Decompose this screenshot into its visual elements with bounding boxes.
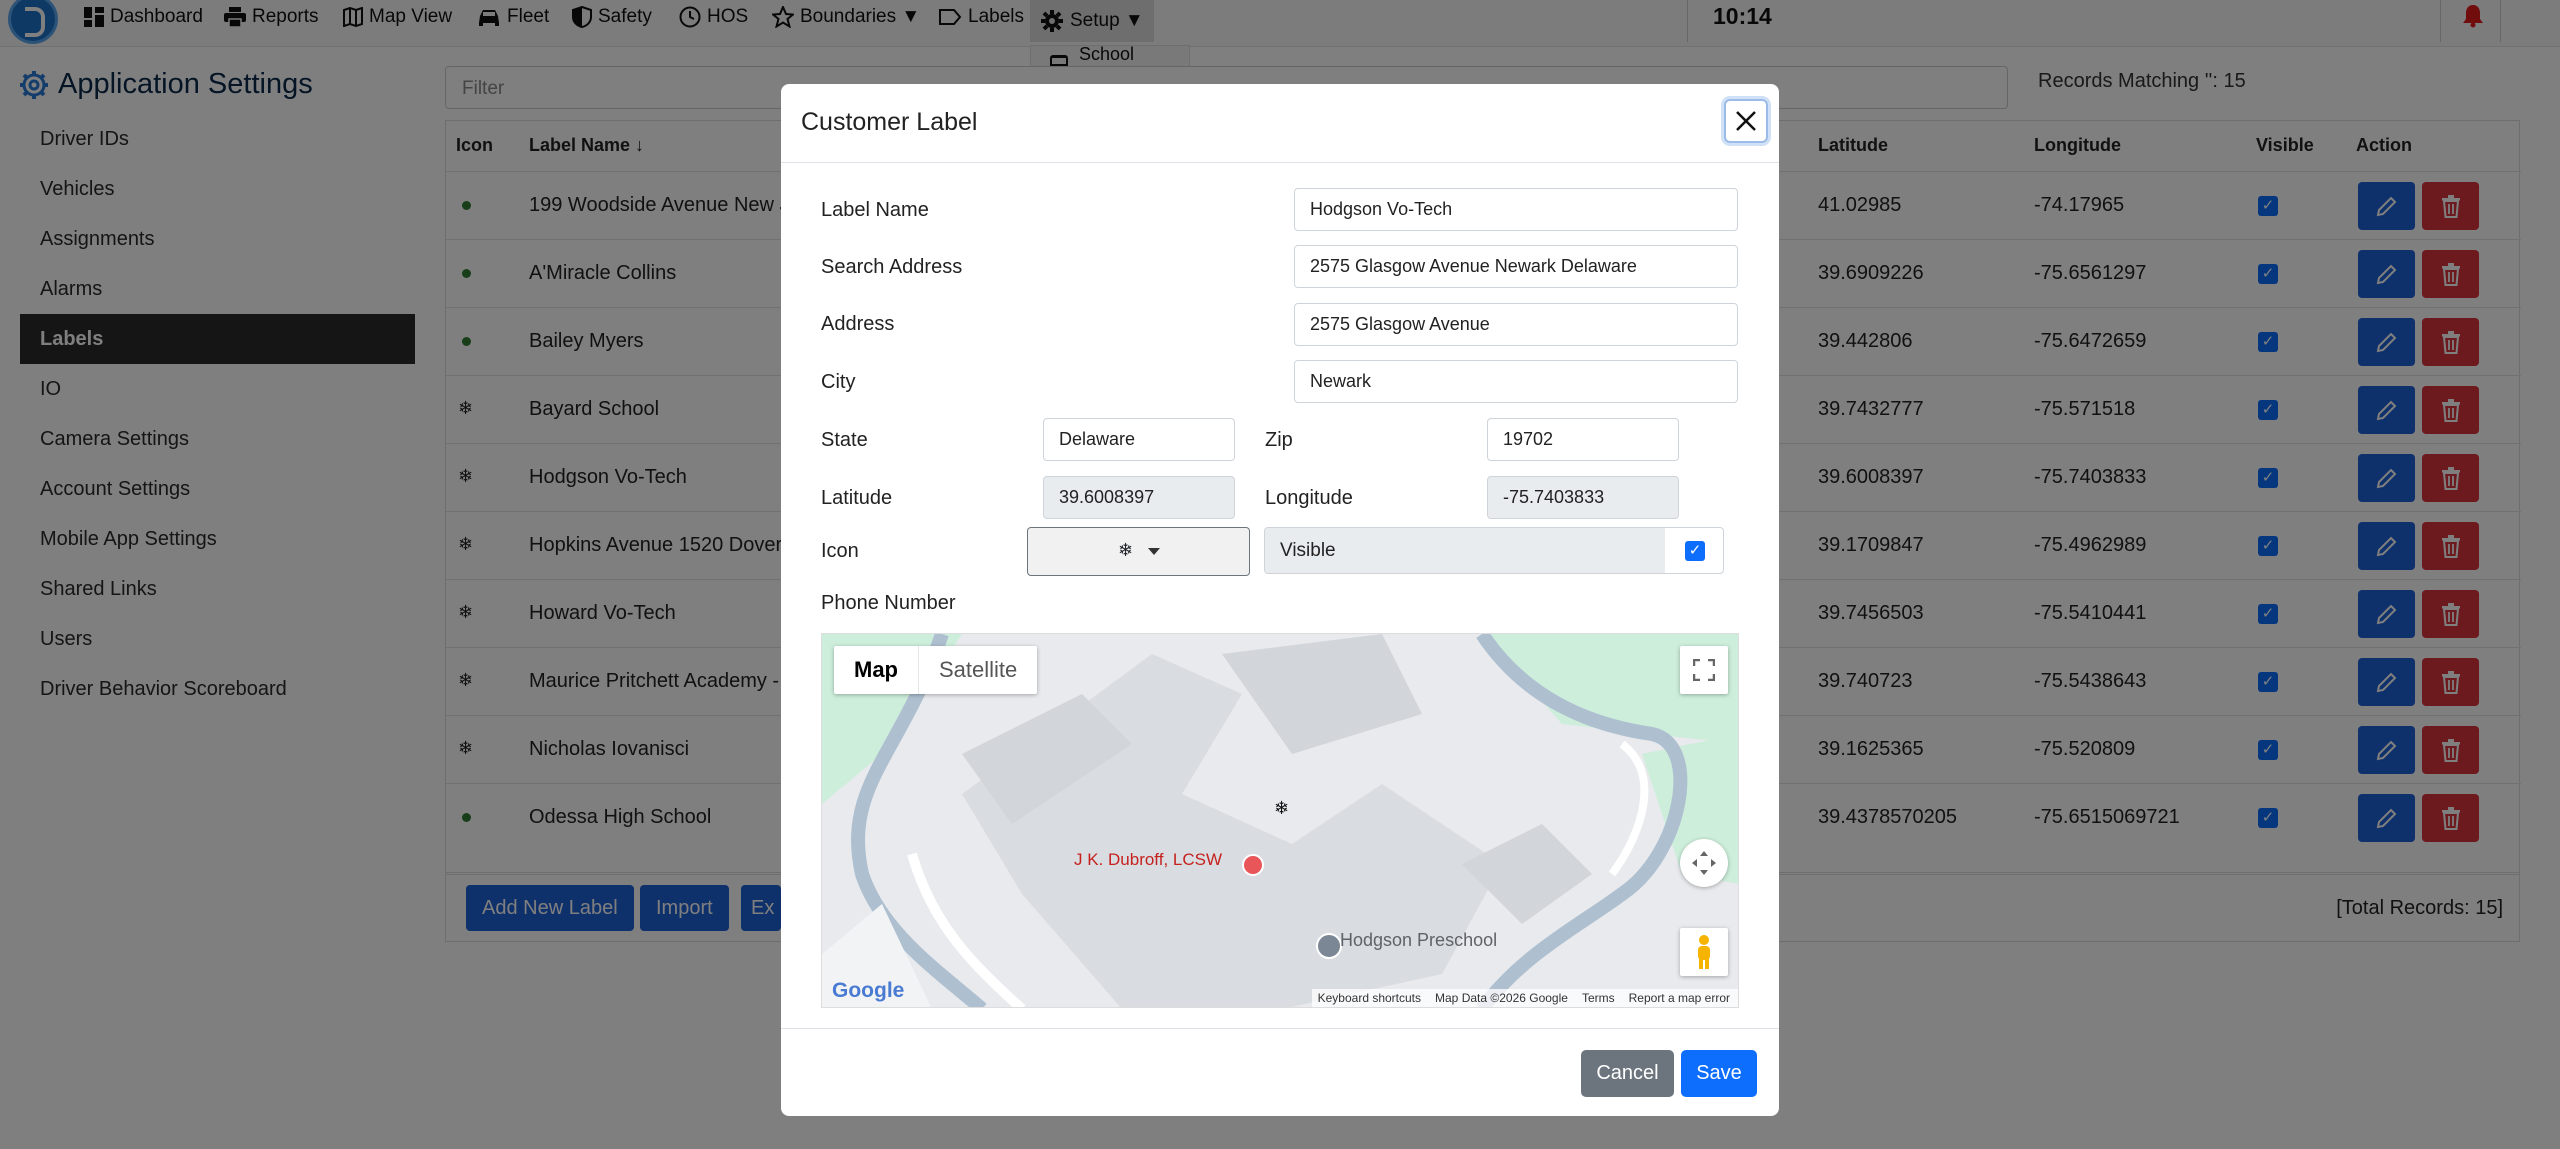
fullscreen-icon (1693, 659, 1715, 681)
move-icon (1692, 851, 1716, 875)
icon-select[interactable]: ❄ (1027, 527, 1250, 576)
pan-control[interactable] (1680, 839, 1728, 887)
label-name-input[interactable]: Hodgson Vo-Tech (1294, 188, 1738, 231)
address-input[interactable]: 2575 Glasgow Avenue (1294, 303, 1738, 346)
street-view-pegman[interactable] (1680, 928, 1728, 976)
close-button[interactable] (1724, 99, 1768, 143)
keyboard-shortcuts-link[interactable]: Keyboard shortcuts (1318, 991, 1421, 1005)
save-button[interactable]: Save (1681, 1050, 1757, 1097)
longitude-input[interactable]: -75.7403833 (1487, 476, 1679, 519)
state-label: State (821, 429, 868, 451)
city-label: City (821, 371, 856, 393)
chevron-down-icon (1148, 548, 1160, 555)
label-name-label: Label Name (821, 199, 929, 221)
visible-checkbox[interactable]: ✓ (1685, 541, 1705, 561)
city-input[interactable]: Newark (1294, 360, 1738, 403)
map-type-toggle: Map Satellite (834, 646, 1038, 694)
phone-number-label: Phone Number (821, 592, 956, 614)
google-logo: Google (832, 979, 905, 1002)
address-label: Address (821, 313, 895, 335)
pegman-icon (1698, 935, 1710, 969)
customer-label-modal: Customer Label Label Name Hodgson Vo-Tec… (781, 84, 1779, 1116)
modal-title: Customer Label (801, 108, 978, 136)
state-input[interactable]: Delaware (1043, 418, 1235, 461)
zip-input[interactable]: 19702 (1487, 418, 1679, 461)
report-map-error-link[interactable]: Report a map error (1629, 991, 1730, 1005)
visible-toggle: Visible ✓ (1264, 527, 1724, 574)
close-icon (1736, 111, 1756, 131)
map-view[interactable]: Map Satellite ❄ J K. Dubroff, LCSW Hodgs… (821, 633, 1739, 1008)
search-address-input[interactable]: 2575 Glasgow Avenue Newark Delaware (1294, 245, 1738, 288)
cancel-button[interactable]: Cancel (1581, 1050, 1674, 1097)
map-tab[interactable]: Map (834, 646, 919, 694)
visible-label: Visible (1265, 528, 1665, 573)
bus-marker-icon: ❄ (1118, 540, 1134, 560)
latitude-input[interactable]: 39.6008397 (1043, 476, 1235, 519)
fullscreen-button[interactable] (1680, 646, 1728, 694)
school-pin-icon[interactable] (1316, 933, 1342, 959)
icon-label: Icon (821, 540, 859, 562)
label-marker-icon[interactable]: ❄ (1274, 798, 1289, 819)
latitude-label: Latitude (821, 487, 893, 509)
medical-pin-icon[interactable] (1242, 854, 1264, 876)
satellite-tab[interactable]: Satellite (919, 646, 1037, 694)
search-address-label: Search Address (821, 256, 963, 278)
map-data-attribution: Map Data ©2026 Google (1435, 991, 1568, 1005)
map-poi-label: J K. Dubroff, LCSW (1074, 850, 1223, 869)
map-poi-label: Hodgson Preschool (1340, 930, 1498, 950)
modal-header: Customer Label (781, 84, 1779, 163)
terms-link[interactable]: Terms (1582, 991, 1615, 1005)
modal-footer: Cancel Save (781, 1028, 1779, 1116)
zip-label: Zip (1265, 429, 1293, 451)
longitude-label: Longitude (1265, 487, 1353, 509)
map-footer: Keyboard shortcuts Map Data ©2026 Google… (1311, 989, 1738, 1007)
